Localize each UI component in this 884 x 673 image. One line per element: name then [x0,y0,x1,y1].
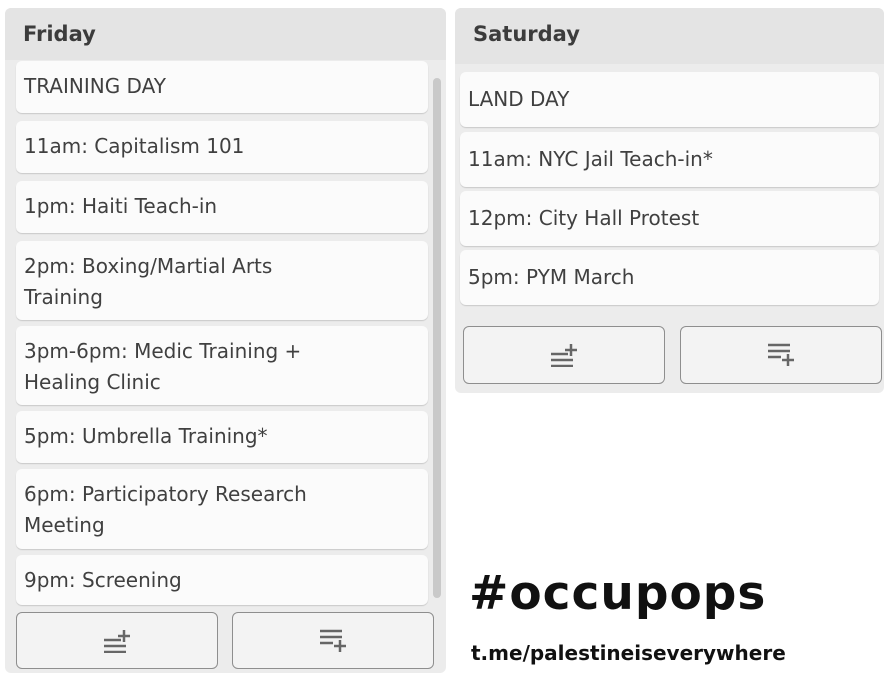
add-card-top-button[interactable] [16,612,218,669]
card[interactable]: 5pm: Umbrella Training* [16,411,428,463]
column-header: Saturday [455,8,884,64]
column-title: Friday [23,22,96,46]
card-line: 9pm: Screening [24,568,182,592]
card-line: 5pm: PYM March [468,265,635,289]
card[interactable]: 11am: Capitalism 101 [16,121,428,173]
card-line: TRAINING DAY [24,74,166,98]
card[interactable]: 12pm: City Hall Protest [460,191,879,246]
card[interactable]: 2pm: Boxing/Martial Arts Training [16,241,428,320]
card-line: Meeting [24,513,105,537]
card-line: 12pm: City Hall Protest [468,206,700,230]
telegram-link: t.me/palestineiseverywhere [471,641,786,665]
card-line: 11am: NYC Jail Teach-in* [468,147,713,171]
card-line: 6pm: Participatory Research [24,482,307,506]
add-card-bottom-button[interactable] [680,326,882,384]
hashtag-text: #occupops [469,566,767,621]
add-card-to-top-icon [102,629,132,653]
card-line: 1pm: Haiti Teach-in [24,194,218,218]
add-card-bottom-button[interactable] [232,612,434,669]
card[interactable]: 5pm: PYM March [460,250,879,305]
card[interactable]: 6pm: Participatory Research Meeting [16,469,428,549]
column-title: Saturday [473,22,580,46]
card-line: Training [24,285,103,309]
card-line: 3pm-6pm: Medic Training + [24,339,302,363]
column-saturday: Saturday LAND DAY 11am: NYC Jail Teach-i… [455,8,884,393]
column-scrollbar[interactable] [433,78,441,598]
card-line: Healing Clinic [24,370,161,394]
add-card-to-bottom-icon [318,629,348,653]
card-line: 2pm: Boxing/Martial Arts [24,254,273,278]
add-card-to-top-icon [549,343,579,367]
card[interactable]: 9pm: Screening [16,555,428,605]
card[interactable]: 11am: NYC Jail Teach-in* [460,132,879,187]
card[interactable]: 3pm-6pm: Medic Training + Healing Clinic [16,326,428,405]
card[interactable]: LAND DAY [460,72,879,127]
card[interactable]: 1pm: Haiti Teach-in [16,181,428,233]
card[interactable]: TRAINING DAY [16,61,428,113]
card-line: 11am: Capitalism 101 [24,134,245,158]
column-header: Friday [5,8,446,60]
column-friday: Friday TRAINING DAY 11am: Capitalism 101… [5,8,446,673]
add-card-top-button[interactable] [463,326,665,384]
add-card-to-bottom-icon [766,343,796,367]
card-line: LAND DAY [468,87,570,111]
card-line: 5pm: Umbrella Training* [24,424,268,448]
